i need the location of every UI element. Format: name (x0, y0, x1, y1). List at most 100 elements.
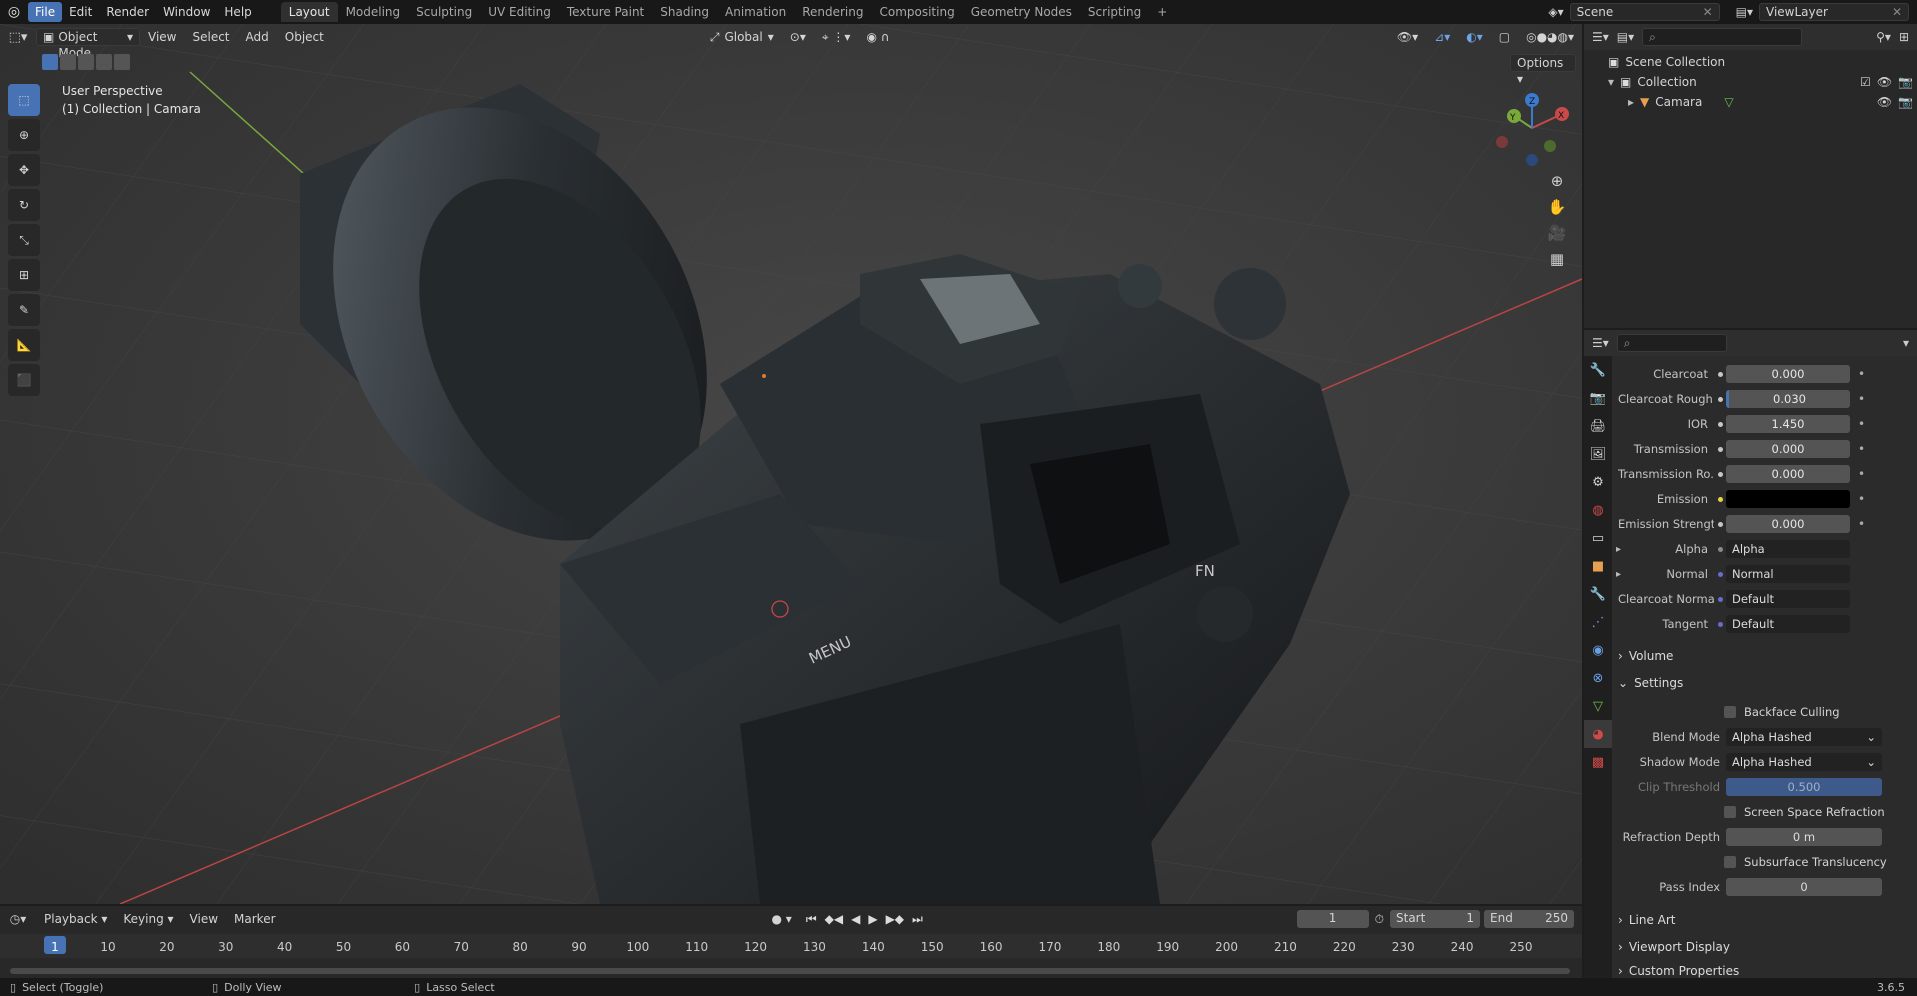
eye-icon[interactable]: 👁 (1877, 72, 1892, 92)
texture-tab-icon[interactable]: ▩ (1584, 748, 1612, 776)
collection-tab-icon[interactable]: ▭ (1584, 524, 1612, 552)
socket-icon[interactable] (1714, 593, 1726, 605)
refraction-depth-field[interactable]: 0 m (1726, 828, 1882, 846)
jump-end-icon[interactable]: ⏭ (912, 912, 923, 927)
chevron-down-icon[interactable]: ▾ (1903, 336, 1909, 350)
constraint-tab-icon[interactable]: ⊗ (1584, 664, 1612, 692)
tab-shading[interactable]: Shading (652, 2, 717, 22)
next-keyframe-icon[interactable]: ▶◆ (886, 912, 904, 927)
add-cube-tool-icon[interactable]: ⬛ (8, 364, 40, 396)
object-tab-icon[interactable]: ■ (1584, 552, 1612, 580)
stopwatch-icon[interactable]: ⏱ (1375, 912, 1384, 927)
select-mode-icons[interactable] (42, 54, 130, 70)
play-icon[interactable]: ▶ (868, 912, 877, 927)
screen-space-refraction-checkbox[interactable] (1724, 806, 1736, 818)
tab-modeling[interactable]: Modeling (338, 2, 409, 22)
menu-help[interactable]: Help (217, 2, 258, 22)
measure-tool-icon[interactable]: 📐 (8, 329, 40, 361)
checkbox-icon[interactable]: ☑ (1860, 72, 1871, 92)
scene-icon[interactable]: ◈▾ (1548, 5, 1563, 19)
close-icon[interactable]: ✕ (1703, 4, 1713, 20)
3d-viewport[interactable]: MENU FN ⬚▾ ▣ Object Mode ▾ View Select A… (0, 24, 1582, 904)
filter-icon[interactable]: ⚲▾ (1876, 30, 1891, 44)
transform-tool-icon[interactable]: ⊞ (8, 259, 40, 291)
keyframe-dot-icon[interactable]: • (1858, 392, 1865, 406)
socket-icon[interactable] (1714, 568, 1726, 580)
chevron-down-icon[interactable]: ▾ (1608, 72, 1614, 92)
scene-selector[interactable]: Scene ✕ (1569, 3, 1720, 21)
cursor-tool-icon[interactable]: ⊕ (8, 119, 40, 151)
start-frame-field[interactable]: Start 1 (1390, 910, 1480, 928)
pan-hand-icon[interactable]: ✋ (1544, 194, 1570, 220)
eye-icon[interactable]: 👁 (1877, 92, 1892, 112)
socket-icon[interactable] (1714, 618, 1726, 630)
alpha-link-field[interactable]: Alpha (1726, 540, 1850, 558)
pass-index-field[interactable]: 0 (1726, 878, 1882, 896)
custom-properties-panel-header[interactable]: › Custom Properties (1618, 964, 1908, 978)
move-tool-icon[interactable]: ✥ (8, 154, 40, 186)
data-tab-icon[interactable]: ▽ (1584, 692, 1612, 720)
render-camera-icon[interactable]: 📷 (1898, 92, 1913, 112)
transform-orientation-selector[interactable]: ⤢ Global ▾ (702, 27, 782, 47)
outliner-editor-icon[interactable]: ☰▾ (1592, 30, 1609, 44)
screen-space-refraction-row[interactable]: Screen Space Refraction (1724, 802, 1917, 822)
timeline-scrollbar[interactable] (10, 968, 1570, 974)
keyframe-dot-icon[interactable]: • (1858, 467, 1865, 481)
subsurface-translucency-checkbox[interactable] (1724, 856, 1736, 868)
pivot-icon[interactable]: ⊙▾ (782, 27, 814, 47)
blender-logo-icon[interactable]: ◎ (0, 4, 28, 20)
gizmo-toggle-icon[interactable]: ⊿▾ (1426, 27, 1458, 47)
overlay-toggle-icon[interactable]: ◐▾ (1458, 27, 1491, 47)
jump-start-icon[interactable]: ⏮ (806, 912, 817, 927)
viewport-scene[interactable]: MENU FN (0, 24, 1582, 904)
perspective-grid-icon[interactable]: ▦ (1544, 246, 1570, 272)
socket-icon[interactable] (1714, 518, 1726, 530)
material-tab-icon[interactable]: ◕ (1584, 720, 1612, 748)
normal-link-field[interactable]: Normal (1726, 565, 1850, 583)
add-workspace-button[interactable]: + (1149, 2, 1175, 22)
outliner-row-camara[interactable]: ▸ ▼ Camara ▽ 👁 📷 (1628, 92, 1913, 112)
ior-field[interactable]: 1.450 (1726, 415, 1850, 433)
menu-window[interactable]: Window (156, 2, 217, 22)
clearcoat-roughness-field[interactable]: 0.030 (1726, 390, 1850, 408)
camera-view-icon[interactable]: 🎥 (1544, 220, 1570, 246)
particles-tab-icon[interactable]: ⋰ (1584, 608, 1612, 636)
socket-icon[interactable] (1714, 393, 1726, 405)
keyframe-dot-icon[interactable]: • (1858, 517, 1865, 531)
tab-layout[interactable]: Layout (280, 2, 338, 22)
annotate-tool-icon[interactable]: ✎ (8, 294, 40, 326)
menu-render[interactable]: Render (99, 2, 156, 22)
transmission-field[interactable]: 0.000 (1726, 440, 1850, 458)
backface-culling-row[interactable]: Backface Culling (1724, 702, 1917, 722)
socket-icon[interactable] (1714, 443, 1726, 455)
viewport-menu-add[interactable]: Add (238, 27, 277, 47)
playback-menu[interactable]: Playback ▾ (36, 909, 115, 929)
view-layer-tab-icon[interactable]: 🖼 (1584, 440, 1612, 468)
viewport-menu-select[interactable]: Select (184, 27, 237, 47)
tab-animation[interactable]: Animation (717, 2, 794, 22)
socket-icon[interactable] (1714, 368, 1726, 380)
timeline-ruler[interactable]: 1 10 20 30 40 50 60 70 80 90 100 110 120 130 140 150 160… (0, 934, 1582, 958)
zoom-icon[interactable]: ⊕ (1544, 168, 1570, 194)
socket-icon[interactable] (1714, 468, 1726, 480)
play-reverse-icon[interactable]: ◀ (851, 912, 860, 927)
close-icon[interactable]: ✕ (1892, 4, 1902, 20)
outliner-search-input[interactable]: ⌕ (1642, 28, 1803, 46)
menu-edit[interactable]: Edit (62, 2, 99, 22)
viewport-display-panel-header[interactable]: › Viewport Display (1618, 937, 1908, 957)
timeline-editor-icon[interactable]: ◷▾ (0, 912, 36, 926)
properties-search-input[interactable]: ⌕ (1616, 334, 1727, 352)
outliner-row-scene-collection[interactable]: ▣ Scene Collection (1608, 52, 1725, 72)
auto-keying-icon[interactable]: ● ▾ (764, 909, 800, 929)
clip-threshold-slider[interactable]: 0.500 (1726, 778, 1882, 796)
tab-texture-paint[interactable]: Texture Paint (559, 2, 652, 22)
display-mode-icon[interactable]: ▤▾ (1617, 30, 1634, 44)
transmission-roughness-field[interactable]: 0.000 (1726, 465, 1850, 483)
socket-icon[interactable] (1714, 418, 1726, 430)
keyframe-dot-icon[interactable]: • (1858, 417, 1865, 431)
editor-type-icon[interactable]: ⬚▾ (0, 30, 36, 45)
rotate-tool-icon[interactable]: ↻ (8, 189, 40, 221)
scale-tool-icon[interactable]: ⤡ (8, 224, 40, 256)
outliner-row-collection[interactable]: ▾ ▣ Collection ☑ 👁 📷 (1608, 72, 1913, 92)
render-tab-icon[interactable]: 📷 (1584, 384, 1612, 412)
